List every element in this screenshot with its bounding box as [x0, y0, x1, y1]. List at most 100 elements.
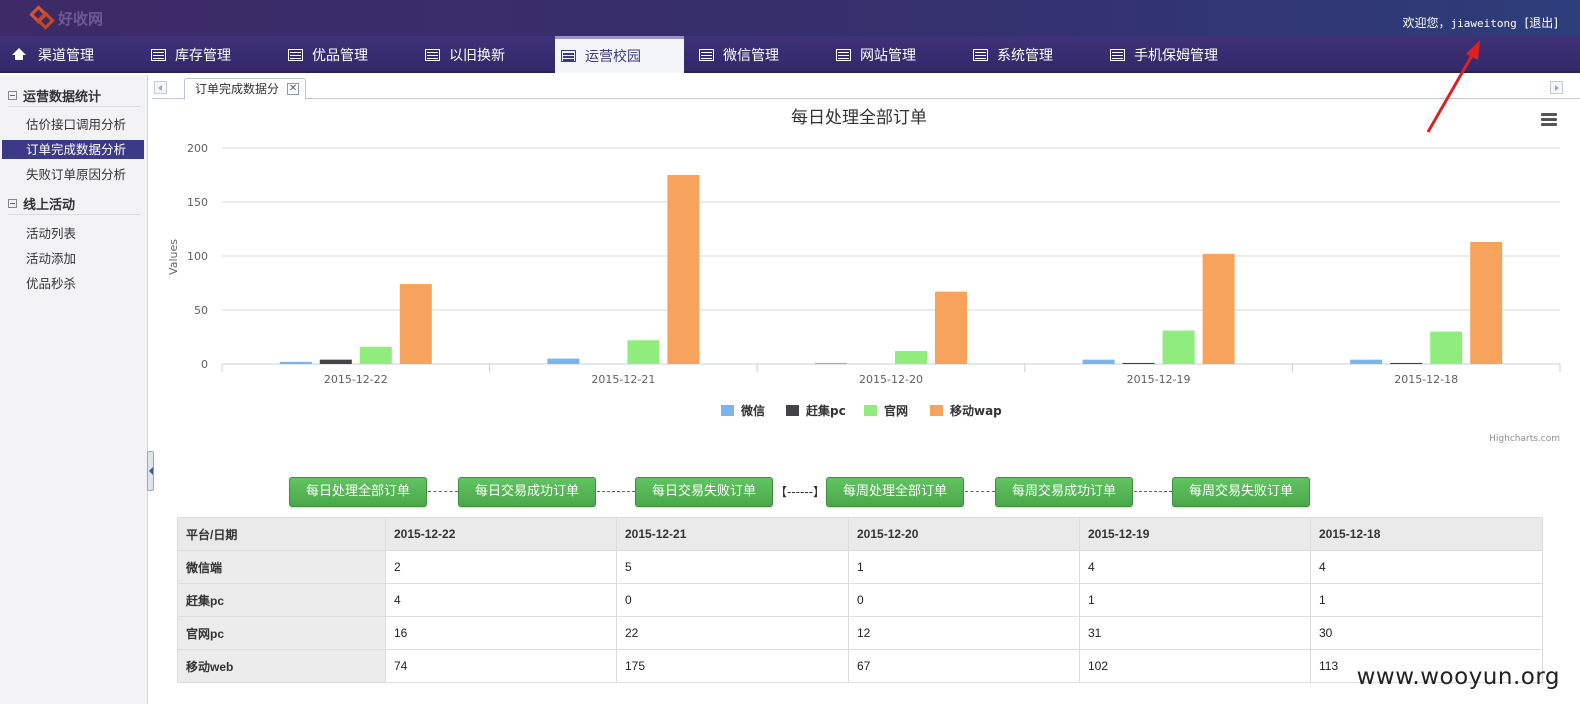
weekly-success-orders-button[interactable]: 每周交易成功订单: [995, 477, 1133, 507]
tab-scroll-left-icon[interactable]: [154, 81, 167, 94]
sidebar-item-activity-add[interactable]: 活动添加: [26, 246, 147, 271]
sidebar-group-ops-stats[interactable]: 运营数据统计: [8, 85, 140, 107]
table-cell: 1: [848, 550, 1080, 584]
tab-label: 订单完成数据分: [195, 82, 280, 96]
top-header: 好收网 欢迎您，jiaweitong [退出]: [0, 0, 1580, 36]
collapse-icon[interactable]: [8, 91, 17, 100]
bar[interactable]: [895, 351, 927, 364]
sidebar-item-flash-sale[interactable]: 优品秒杀: [26, 271, 147, 296]
close-icon[interactable]: ✕: [287, 83, 300, 95]
row-header: 移动web: [177, 649, 386, 683]
column-header: 2015-12-22: [385, 517, 617, 551]
table-cell: 0: [616, 583, 849, 617]
sidebar-group-online-activity[interactable]: 线上活动: [8, 193, 140, 215]
welcome-text: 欢迎您，: [1402, 16, 1451, 30]
bar[interactable]: [1122, 362, 1155, 364]
separator-label: 【------】: [775, 485, 825, 499]
daily-all-orders-button[interactable]: 每日处理全部订单: [289, 477, 427, 507]
nav-item-website[interactable]: 网站管理: [826, 36, 963, 73]
column-header: 2015-12-18: [1310, 517, 1543, 551]
daily-failed-orders-button[interactable]: 每日交易失败订单: [635, 477, 773, 507]
legend-swatch: [786, 405, 799, 416]
bar[interactable]: [1430, 331, 1463, 364]
bar[interactable]: [1082, 359, 1115, 364]
y-tick-label: 200: [187, 142, 208, 155]
divider: [597, 491, 635, 492]
chart-title: 每日处理全部订单: [791, 108, 927, 128]
table-icon: [288, 48, 303, 61]
column-header: 2015-12-19: [1079, 517, 1311, 551]
bar[interactable]: [667, 175, 700, 364]
bar[interactable]: [1390, 362, 1423, 364]
sidebar-item-valuation-api[interactable]: 估价接口调用分析: [26, 112, 147, 137]
nav-item-products[interactable]: 优品管理: [278, 36, 415, 73]
bar[interactable]: [1350, 359, 1383, 364]
bar[interactable]: [399, 284, 432, 364]
legend-label: 赶集pc: [805, 403, 846, 418]
nav-label: 运营校园: [585, 49, 641, 65]
bar[interactable]: [1470, 241, 1503, 364]
nav-item-system[interactable]: 系统管理: [963, 36, 1100, 73]
bar[interactable]: [547, 358, 580, 364]
nav-item-tradein[interactable]: 以旧换新: [415, 36, 552, 73]
bar[interactable]: [1202, 253, 1235, 364]
table-row: 移动web 74 175 67 102 113: [177, 649, 1543, 683]
logout-link[interactable]: [退出]: [1525, 16, 1558, 30]
nav-label: 渠道管理: [38, 47, 94, 64]
legend-item[interactable]: 微信: [721, 403, 765, 418]
legend-item[interactable]: 官网: [864, 403, 908, 418]
x-tick-label: 2015-12-19: [1127, 373, 1191, 386]
table-cell: 0: [848, 583, 1080, 617]
bar[interactable]: [359, 346, 392, 364]
sidebar-item-order-completion[interactable]: 订单完成数据分析: [2, 140, 144, 159]
bar[interactable]: [279, 361, 312, 364]
nav-item-phone-nanny[interactable]: 手机保姆管理: [1100, 36, 1260, 73]
weekly-failed-orders-button[interactable]: 每周交易失败订单: [1172, 477, 1310, 507]
logo[interactable]: 好收网: [29, 4, 104, 32]
nav-item-wechat[interactable]: 微信管理: [689, 36, 826, 73]
bar[interactable]: [935, 291, 967, 364]
table-icon: [425, 48, 440, 61]
table-row: 赶集pc 4 0 0 1 1: [177, 583, 1543, 617]
nav-label: 手机保姆管理: [1134, 47, 1218, 64]
logo-icon: [29, 5, 56, 31]
legend-item[interactable]: 移动wap: [930, 403, 1002, 418]
row-header: 微信端: [177, 550, 386, 584]
sidebar-item-activity-list[interactable]: 活动列表: [26, 221, 147, 246]
tab-order-completion[interactable]: 订单完成数据分 ✕: [184, 78, 307, 100]
nav-label: 系统管理: [997, 47, 1053, 64]
chart-credits[interactable]: Highcharts.com: [1489, 434, 1560, 444]
bar[interactable]: [815, 362, 847, 364]
table-cell: 4: [385, 583, 617, 617]
collapse-icon[interactable]: [8, 199, 17, 208]
legend-label: 移动wap: [950, 403, 1002, 418]
sidebar: 运营数据统计 估价接口调用分析 订单完成数据分析 失败订单原因分析 线上活动 活…: [0, 75, 148, 704]
table-icon: [1110, 48, 1125, 61]
bar[interactable]: [319, 359, 352, 364]
y-tick-label: 0: [201, 358, 208, 371]
tab-scroll-right-icon[interactable]: [1550, 81, 1563, 94]
nav-item-inventory[interactable]: 库存管理: [141, 36, 278, 73]
table-cell: 30: [1310, 616, 1543, 650]
table-row: 微信端 2 5 1 4 4: [177, 550, 1543, 584]
table-cell: 1: [1079, 583, 1311, 617]
chart-menu-icon[interactable]: [1541, 113, 1557, 127]
sidebar-item-failed-orders[interactable]: 失败订单原因分析: [26, 162, 147, 187]
bar[interactable]: [627, 340, 660, 364]
table-cell: 4: [1079, 550, 1311, 584]
weekly-all-orders-button[interactable]: 每周处理全部订单: [826, 477, 964, 507]
nav-item-channel[interactable]: 渠道管理: [2, 36, 138, 73]
table-cell: 4: [1310, 550, 1543, 584]
daily-success-orders-button[interactable]: 每日交易成功订单: [458, 477, 596, 507]
report-button-row: 每日处理全部订单 每日交易成功订单 每日交易失败订单 【------】 每周处理…: [289, 477, 1319, 507]
legend-label: 官网: [884, 403, 908, 418]
legend-item[interactable]: 赶集pc: [786, 403, 846, 418]
nav-item-campus[interactable]: 运营校园: [555, 36, 684, 73]
logo-text: 好收网: [58, 9, 104, 28]
table-header-row: 平台/日期 2015-12-22 2015-12-21 2015-12-20 2…: [177, 517, 1543, 551]
sidebar-collapse-handle[interactable]: [147, 451, 154, 491]
main-nav: 渠道管理 库存管理 优品管理 以旧换新 运营校园 微信管理 网站管理 系统管理 …: [0, 36, 1580, 73]
nav-label: 网站管理: [860, 47, 916, 64]
divider: [965, 491, 995, 492]
bar[interactable]: [1162, 330, 1195, 364]
